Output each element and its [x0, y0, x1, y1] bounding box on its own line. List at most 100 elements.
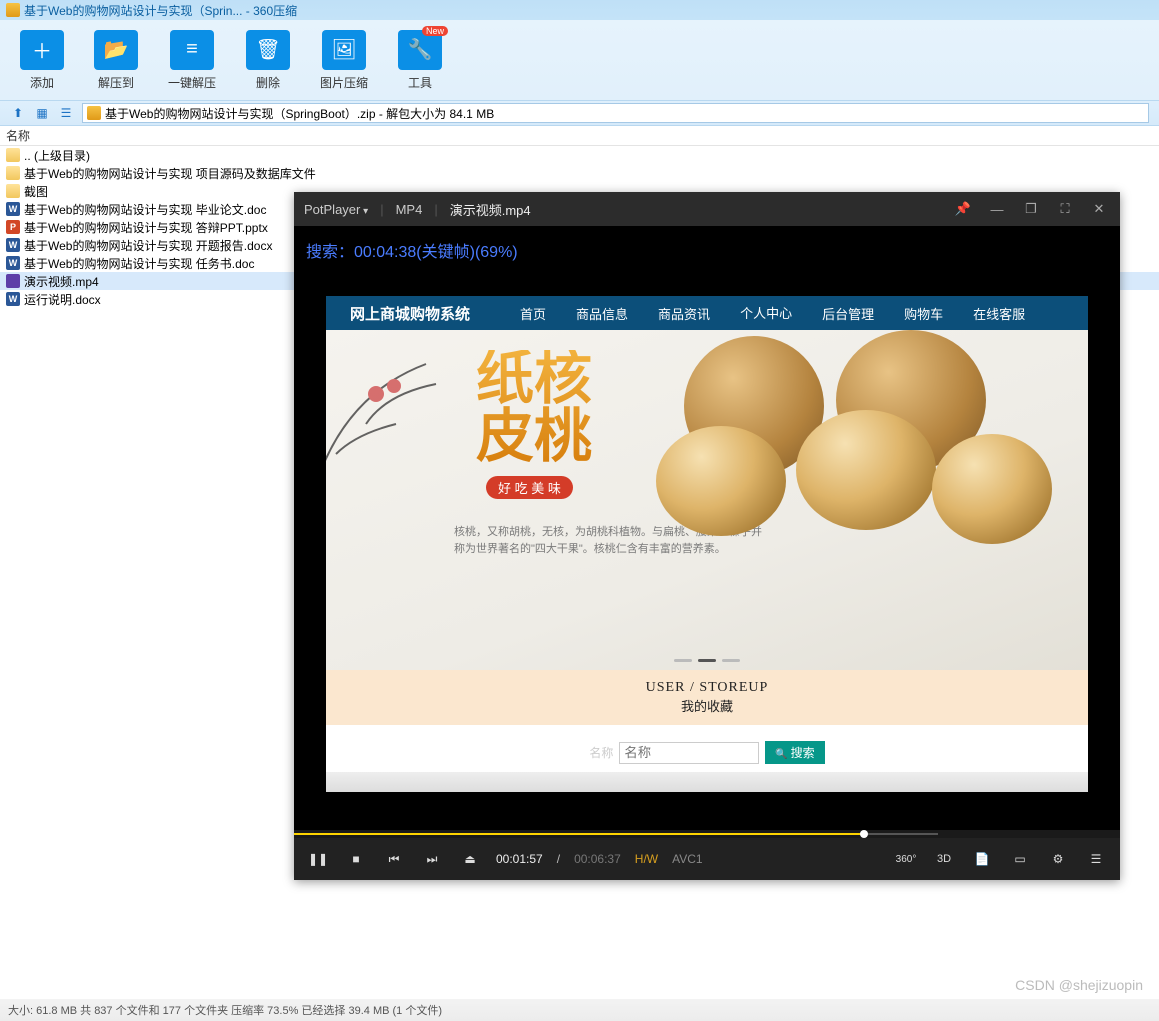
playlist-icon[interactable]: 📄	[970, 847, 994, 871]
sep: |	[380, 202, 383, 217]
sep: |	[434, 202, 437, 217]
fld-icon	[6, 166, 20, 180]
delete-icon: 🗑	[246, 30, 290, 70]
extract-icon: 📂	[94, 30, 138, 70]
doc-icon: W	[6, 292, 20, 306]
vr-button[interactable]: 360°	[894, 847, 918, 871]
banner-pill: 好 吃 美 味	[486, 476, 573, 499]
delete-label: 删除	[256, 74, 280, 91]
add-icon: ＋	[20, 30, 64, 70]
main-toolbar: ＋添加 📂解压到 ≡一键解压 🗑删除 🖼图片压缩 New🔧工具	[0, 20, 1159, 100]
image-label: 图片压缩	[320, 74, 368, 91]
pause-button[interactable]: ❚❚	[306, 847, 330, 871]
eject-button[interactable]: ⏏	[458, 847, 482, 871]
image-compress-button[interactable]: 🖼图片压缩	[320, 30, 368, 91]
pin-icon[interactable]: 📌	[952, 198, 974, 220]
next-button[interactable]: ⏭	[420, 847, 444, 871]
stop-button[interactable]: ■	[344, 847, 368, 871]
video-area[interactable]: 搜索：00:04:38(关键帧)(69%) 网上商城购物系统 首页商品信息商品资…	[294, 226, 1120, 830]
player-filename: 演示视频.mp4	[450, 200, 531, 219]
nav-item[interactable]: 在线客服	[969, 296, 1029, 331]
storeup-header: USER / STOREUP 我的收藏	[326, 670, 1088, 725]
player-format: MP4	[396, 202, 423, 217]
banner: 纸核皮桃 好 吃 美 味 核桃，又称胡桃，无核，为胡桃科植物。与扁桃、腰果、榛子…	[326, 330, 1088, 670]
tools-label: 工具	[408, 74, 432, 91]
add-label: 添加	[30, 74, 54, 91]
seek-overlay: 搜索：00:04:38(关键帧)(69%)	[306, 238, 518, 262]
player-controls: ❚❚ ■ ⏮ ⏭ ⏏ 00:01:57 / 00:06:37 H/W AVC1 …	[294, 838, 1120, 880]
tools-icon: 🔧	[398, 30, 442, 70]
file-name: 基于Web的购物网站设计与实现 任务书.doc	[24, 255, 254, 272]
menu-icon[interactable]: ☰	[1084, 847, 1108, 871]
ppt-icon: P	[6, 220, 20, 234]
status-bar: 大小: 61.8 MB 共 837 个文件和 177 个文件夹 压缩率 73.5…	[0, 999, 1159, 1021]
restore-icon[interactable]: ❐	[1020, 198, 1042, 220]
extract-to-button[interactable]: 📂 解压到	[94, 30, 138, 91]
player-titlebar: PotPlayer | MP4 | 演示视频.mp4 📌 — ❐ ⛶ ✕	[294, 192, 1120, 226]
player-menu[interactable]: PotPlayer	[304, 202, 368, 217]
subtitle-icon[interactable]: ▭	[1008, 847, 1032, 871]
doc-icon: W	[6, 256, 20, 270]
carousel-dots[interactable]	[674, 659, 740, 662]
file-name: 基于Web的购物网站设计与实现 开题报告.docx	[24, 237, 272, 254]
close-icon[interactable]: ✕	[1088, 198, 1110, 220]
hw-indicator: H/W	[635, 852, 658, 866]
fld-icon	[6, 148, 20, 162]
up-icon[interactable]: ⬆	[10, 105, 26, 121]
view-icons-icon[interactable]: ▦	[34, 105, 50, 121]
progress-bar[interactable]	[294, 830, 1120, 838]
delete-button[interactable]: 🗑 删除	[246, 30, 290, 91]
app-icon	[6, 3, 20, 17]
minimize-icon[interactable]: —	[986, 198, 1008, 220]
website-nav: 网上商城购物系统 首页商品信息商品资讯个人中心后台管理购物车在线客服	[326, 296, 1088, 330]
nav-item[interactable]: 购物车	[900, 296, 947, 331]
file-name: 基于Web的购物网站设计与实现 毕业论文.doc	[24, 201, 266, 218]
path-text: 基于Web的购物网站设计与实现（SpringBoot）.zip - 解包大小为 …	[105, 105, 494, 122]
file-name: 演示视频.mp4	[24, 273, 99, 290]
potplayer-window: PotPlayer | MP4 | 演示视频.mp4 📌 — ❐ ⛶ ✕ 搜索：…	[294, 192, 1120, 880]
maximize-icon[interactable]: ⛶	[1054, 198, 1076, 220]
nav-bar: ⬆ ▦ ☰ 基于Web的购物网站设计与实现（SpringBoot）.zip - …	[0, 100, 1159, 126]
nav-item[interactable]: 首页	[516, 296, 550, 331]
storeup-en: USER / STOREUP	[326, 680, 1088, 696]
column-header[interactable]: 名称	[0, 126, 1159, 146]
banner-title: 纸核皮桃	[476, 350, 592, 466]
path-box[interactable]: 基于Web的购物网站设计与实现（SpringBoot）.zip - 解包大小为 …	[82, 103, 1149, 123]
website-preview: 网上商城购物系统 首页商品信息商品资讯个人中心后台管理购物车在线客服 纸核皮桃 …	[326, 296, 1088, 792]
search-input[interactable]	[619, 742, 759, 764]
window-titlebar: 基于Web的购物网站设计与实现（Sprin... - 360压缩	[0, 0, 1159, 20]
nav-item[interactable]: 个人中心	[736, 295, 796, 332]
time-duration: 00:06:37	[574, 852, 621, 866]
add-button[interactable]: ＋ 添加	[20, 30, 64, 91]
3d-button[interactable]: 3D	[932, 847, 956, 871]
nav-item[interactable]: 后台管理	[818, 296, 878, 331]
oneclick-label: 一键解压	[168, 74, 216, 91]
file-name: 基于Web的购物网站设计与实现 项目源码及数据库文件	[24, 165, 316, 182]
tools-button[interactable]: New🔧工具	[398, 30, 442, 91]
fld-icon	[6, 184, 20, 198]
prev-button[interactable]: ⏮	[382, 847, 406, 871]
file-row[interactable]: .. (上级目录)	[0, 146, 1159, 164]
oneclick-icon: ≡	[170, 30, 214, 70]
status-text: 大小: 61.8 MB 共 837 个文件和 177 个文件夹 压缩率 73.5…	[8, 1002, 442, 1018]
search-bar: 名称 搜索	[326, 725, 1088, 772]
one-click-extract-button[interactable]: ≡ 一键解压	[168, 30, 216, 91]
file-name: 运行说明.docx	[24, 291, 101, 308]
view-list-icon[interactable]: ☰	[58, 105, 74, 121]
file-name: 基于Web的购物网站设计与实现 答辩PPT.pptx	[24, 219, 268, 236]
thumb-strip	[326, 772, 1088, 792]
file-name: 截图	[24, 183, 48, 200]
file-name: .. (上级目录)	[24, 147, 90, 164]
doc-icon: W	[6, 238, 20, 252]
settings-icon[interactable]: ⚙	[1046, 847, 1070, 871]
storeup-cn: 我的收藏	[326, 696, 1088, 715]
time-current: 00:01:57	[496, 852, 543, 866]
ink-branch-decoration	[326, 334, 466, 494]
nav-item[interactable]: 商品资讯	[654, 296, 714, 331]
walnut-image	[646, 330, 1060, 646]
nav-item[interactable]: 商品信息	[572, 296, 632, 331]
window-title: 基于Web的购物网站设计与实现（Sprin... - 360压缩	[24, 2, 297, 19]
extract-label: 解压到	[98, 74, 134, 91]
file-row[interactable]: 基于Web的购物网站设计与实现 项目源码及数据库文件	[0, 164, 1159, 182]
search-button[interactable]: 搜索	[765, 741, 824, 764]
